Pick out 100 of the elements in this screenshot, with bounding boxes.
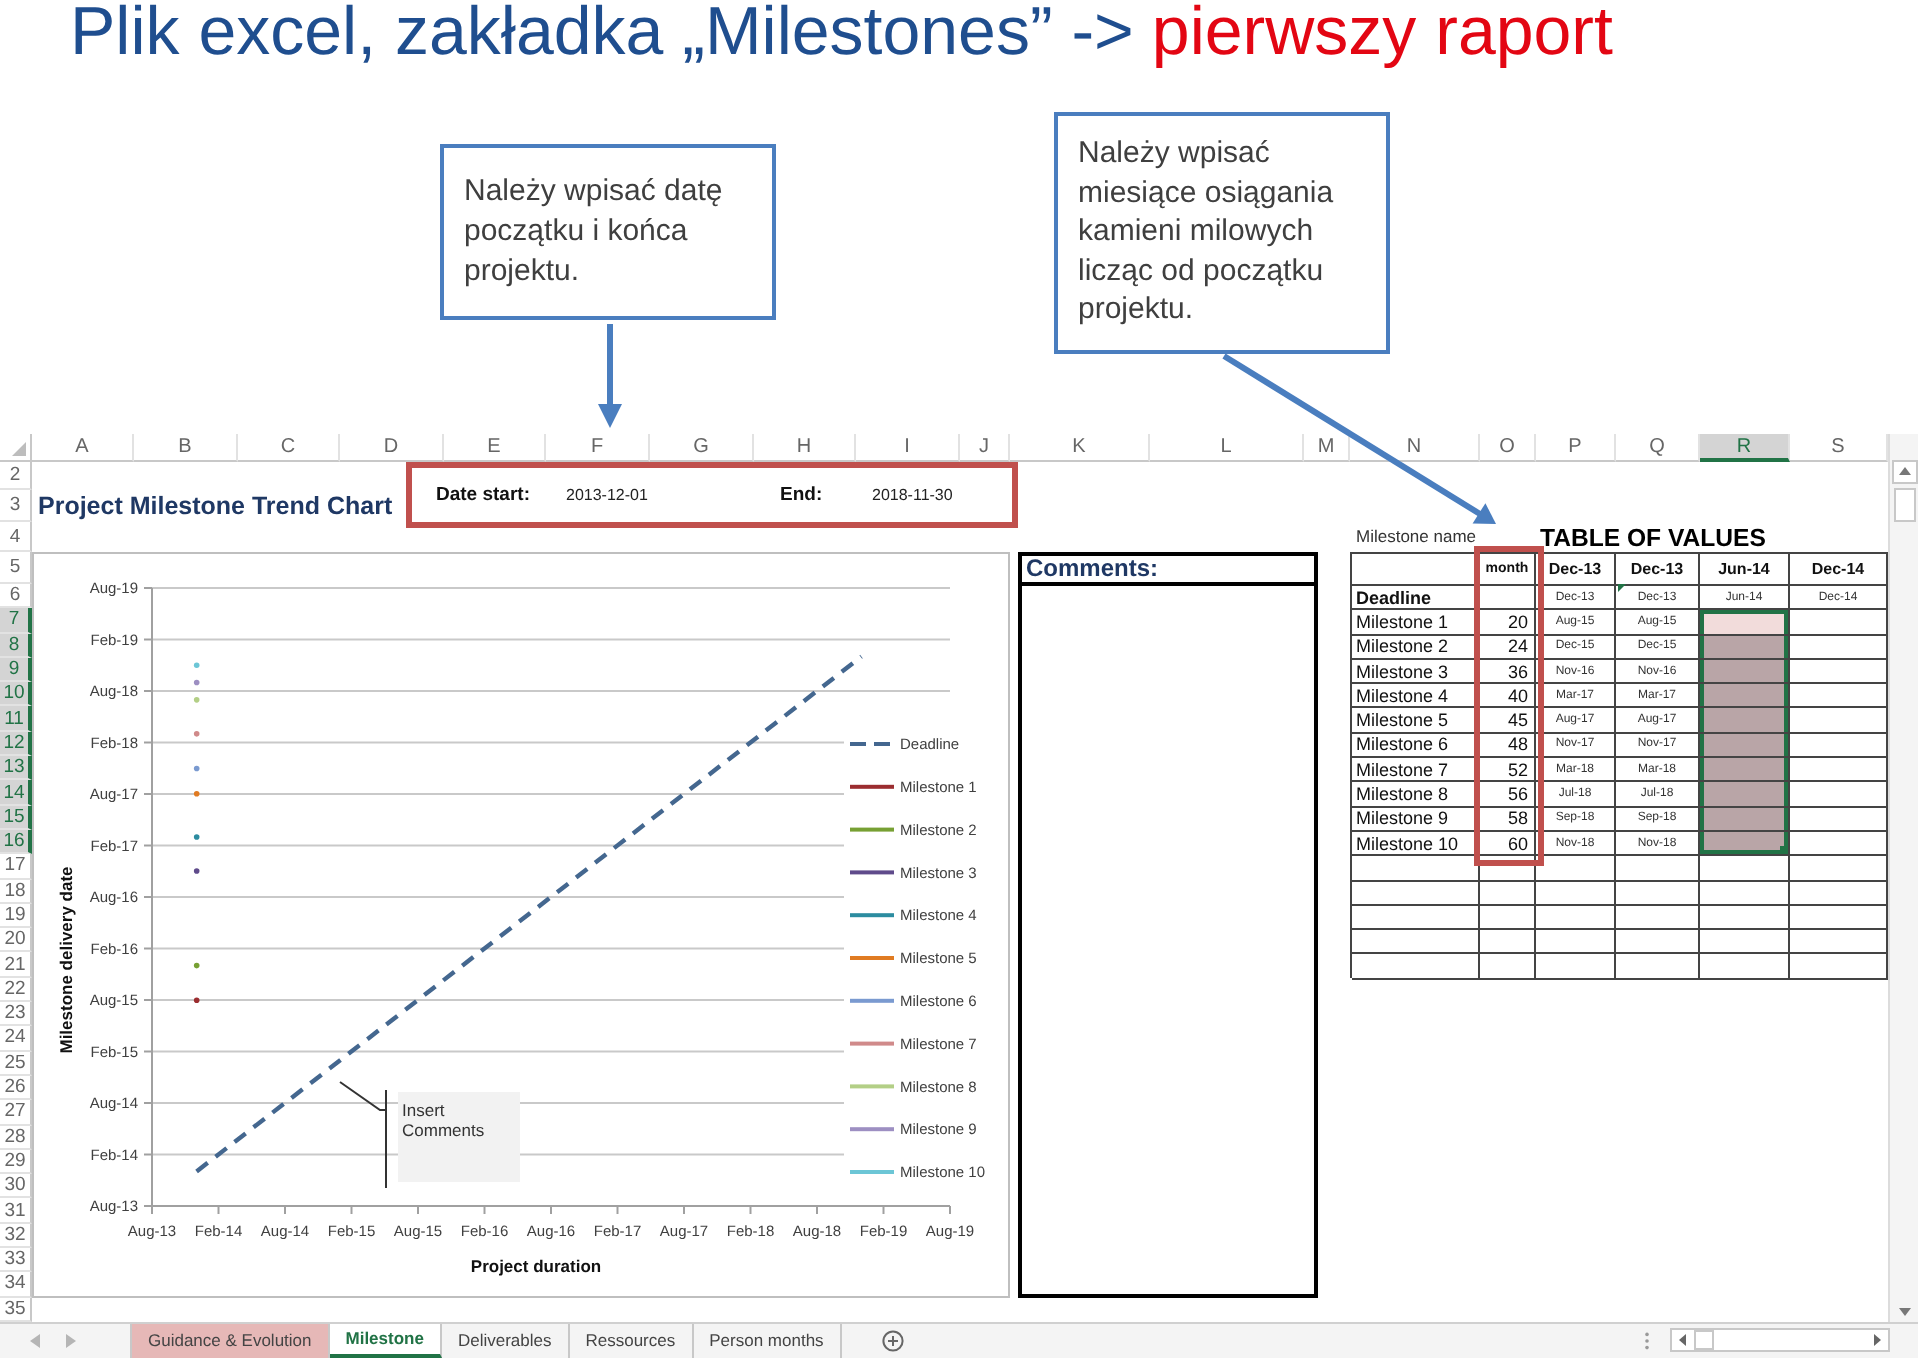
- row-label: Deadline: [1352, 586, 1480, 611]
- leader-line: [339, 1081, 387, 1189]
- table-cell: 36: [1480, 659, 1536, 685]
- column-header[interactable]: B: [134, 434, 238, 462]
- table-cell: [1700, 881, 1790, 906]
- column-header[interactable]: P: [1536, 434, 1616, 462]
- scroll-up-icon[interactable]: [1891, 460, 1917, 484]
- sheet-tab[interactable]: Deliverables: [441, 1323, 570, 1358]
- row-header[interactable]: 15: [0, 805, 32, 830]
- date-end-value: 2018-11-30: [872, 486, 955, 504]
- row-header[interactable]: 7: [0, 608, 32, 634]
- data-point: [193, 962, 200, 969]
- slide-title-highlight: pierwszy raport: [1151, 0, 1613, 70]
- column-header[interactable]: K: [1010, 434, 1150, 462]
- column-header[interactable]: J: [960, 434, 1010, 462]
- row-header[interactable]: 10: [0, 682, 32, 707]
- data-point: [193, 765, 200, 772]
- table-cell: [1700, 856, 1790, 882]
- callout-box: Należy wpisać datę początku i końca projektu.: [440, 144, 776, 320]
- data-point: [193, 791, 200, 797]
- row-header[interactable]: 16: [0, 829, 32, 855]
- x-axis-title: Project duration: [470, 1256, 602, 1276]
- column-header[interactable]: D: [340, 434, 444, 462]
- column-header[interactable]: N: [1350, 434, 1480, 462]
- table-cell: [1536, 954, 1616, 980]
- row-header[interactable]: 14: [0, 780, 32, 806]
- column-header[interactable]: I: [856, 434, 960, 462]
- table-cell: [1536, 881, 1616, 906]
- row-header[interactable]: 2: [0, 462, 32, 490]
- column-header[interactable]: A: [32, 434, 134, 462]
- row-label: Milestone 5: [1352, 708, 1480, 734]
- column-header[interactable]: L: [1150, 434, 1304, 462]
- horizontal-scrollbar[interactable]: [1670, 1328, 1890, 1353]
- table-cell: [1616, 954, 1700, 980]
- row-label: Milestone 4: [1352, 684, 1480, 709]
- data-point: [193, 997, 200, 1003]
- table-cell: 45: [1480, 708, 1536, 734]
- column-header[interactable]: G: [650, 434, 754, 462]
- row-label: Milestone 7: [1352, 758, 1480, 783]
- row-header[interactable]: 3: [0, 490, 32, 522]
- scroll-thumb[interactable]: [1893, 488, 1915, 522]
- data-point: [193, 868, 200, 874]
- slide-title: Plik excel, zakładka „Milestones” ->: [70, 0, 1134, 70]
- column-header[interactable]: H: [754, 434, 856, 462]
- table-cell: [1616, 930, 1700, 955]
- table-cell: [1616, 856, 1700, 882]
- table-title: TABLE OF VALUES: [1538, 524, 1768, 552]
- add-sheet-icon[interactable]: [881, 1329, 904, 1352]
- table-cell: [1480, 930, 1536, 955]
- table-cell: 58: [1480, 807, 1536, 832]
- sheet-tab[interactable]: Guidance & Evolution: [130, 1323, 330, 1358]
- row-header[interactable]: 11: [0, 706, 32, 732]
- table-cell: [1480, 586, 1536, 611]
- callout-box: Należy wpisać miesiące osiągania kamieni milowych licząc od początku projektu.: [1054, 112, 1390, 354]
- sheet-tab[interactable]: Ressources: [569, 1323, 694, 1358]
- table-cell: [1790, 954, 1888, 980]
- table-cell: 60: [1480, 831, 1536, 857]
- table-cell: [1536, 930, 1616, 955]
- row-label: Milestone 8: [1352, 782, 1480, 808]
- sheet-tab[interactable]: Person months: [693, 1323, 842, 1358]
- row-header[interactable]: 8: [0, 633, 32, 658]
- table-cell: [1480, 856, 1536, 882]
- data-point: [193, 662, 200, 669]
- table-cell: [1480, 881, 1536, 906]
- select-all-icon[interactable]: [12, 442, 26, 456]
- column-header[interactable]: F: [546, 434, 650, 462]
- row-header[interactable]: 9: [0, 657, 32, 683]
- column-heading: Jun-14: [1700, 554, 1790, 586]
- y-axis-title: Milestone delivery date: [56, 866, 76, 1054]
- row-label: Milestone 10: [1352, 831, 1480, 857]
- table-cell: 56: [1480, 782, 1536, 808]
- row-header[interactable]: 12: [0, 731, 32, 757]
- column-header[interactable]: O: [1480, 434, 1536, 462]
- row-label: Milestone 9: [1352, 807, 1480, 832]
- column-header[interactable]: E: [444, 434, 546, 462]
- row-header[interactable]: 13: [0, 756, 32, 781]
- sheet-title: Project Milestone Trend Chart: [36, 492, 395, 520]
- column-header[interactable]: R: [1700, 434, 1790, 462]
- data-point: [193, 834, 200, 840]
- callout-arrow: [598, 324, 622, 428]
- table-cell: [1790, 905, 1888, 931]
- more-icon[interactable]: [1644, 1331, 1650, 1350]
- table-cell: [1352, 954, 1480, 980]
- table-cell: [1616, 881, 1700, 906]
- vertical-scrollbar[interactable]: [1888, 434, 1918, 1322]
- column-header[interactable]: M: [1304, 434, 1350, 462]
- table-cell: 52: [1480, 758, 1536, 783]
- table-cell: [1536, 856, 1616, 882]
- data-point: [193, 731, 200, 737]
- column-heading: Dec-13: [1536, 554, 1616, 586]
- date-start-label: Date start:: [436, 484, 532, 506]
- comments-title: Comments:: [1022, 556, 1314, 586]
- table-cell: [1480, 954, 1536, 980]
- table-cell: [1700, 905, 1790, 931]
- scroll-thumb[interactable]: [1694, 1330, 1714, 1351]
- error-indicator-icon: [1618, 584, 1626, 592]
- column-header[interactable]: C: [238, 434, 340, 462]
- table-cell: [1616, 905, 1700, 931]
- row-header[interactable]: 4: [0, 522, 32, 552]
- sheet-tab[interactable]: Milestone: [329, 1323, 442, 1358]
